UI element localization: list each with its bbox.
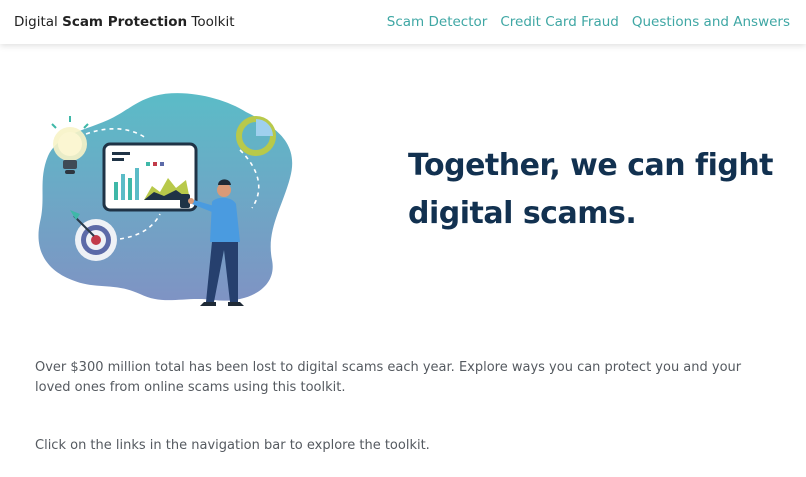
brand-bold: Scam Protection — [62, 14, 188, 30]
instructions-paragraph: Click on the links in the navigation bar… — [35, 438, 430, 453]
nav-links: Scam Detector Credit Card Fraud Question… — [387, 14, 790, 30]
hero-headline: Together, we can fight digital scams. — [408, 148, 774, 231]
navbar: Digital Scam Protection Toolkit Scam Det… — [0, 0, 806, 44]
brand-post: Toolkit — [191, 14, 235, 30]
brand-pre: Digital — [14, 14, 58, 30]
nav-link-scam-detector[interactable]: Scam Detector — [387, 14, 488, 30]
brand-link[interactable]: Digital Scam Protection Toolkit — [14, 14, 235, 30]
hero-illustration — [38, 93, 293, 306]
nav-link-questions-and-answers[interactable]: Questions and Answers — [632, 14, 790, 30]
intro-paragraph: Over $300 million total has been lost to… — [35, 360, 742, 395]
nav-link-credit-card-fraud[interactable]: Credit Card Fraud — [500, 14, 619, 30]
